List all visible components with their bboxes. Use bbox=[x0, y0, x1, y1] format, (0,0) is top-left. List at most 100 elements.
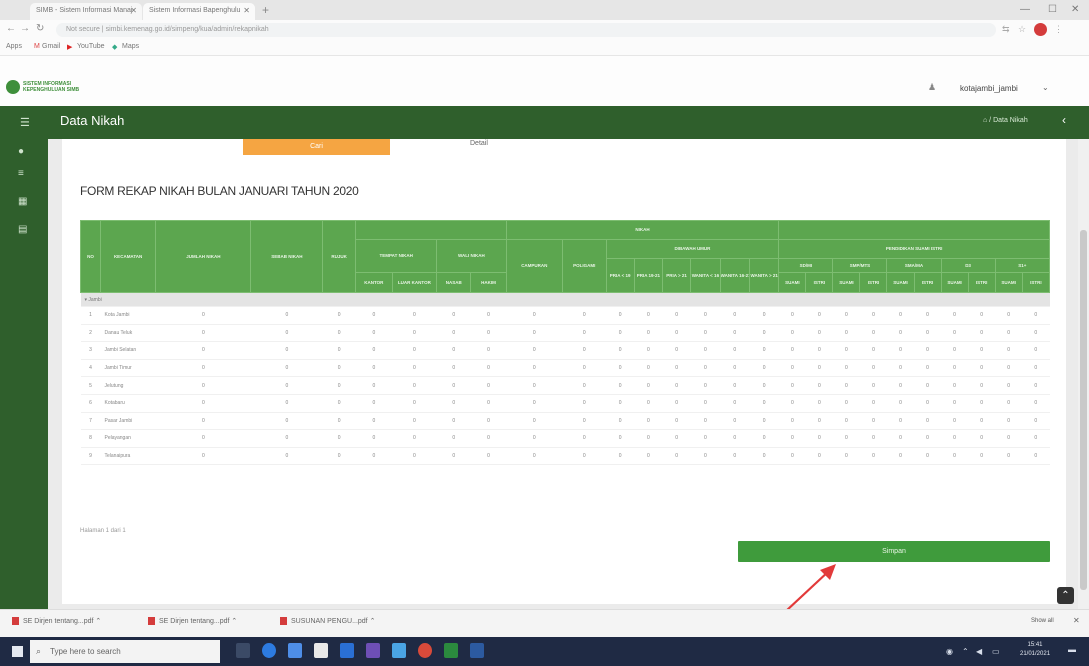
table-cell: 0 bbox=[914, 324, 942, 343]
task-view-icon[interactable] bbox=[236, 643, 250, 658]
reload-icon[interactable]: ↻ bbox=[36, 23, 44, 34]
download-item[interactable]: SE Dirjen tentang...pdf ⌃ bbox=[148, 617, 237, 626]
word-icon[interactable] bbox=[470, 643, 484, 658]
col-header: ISTRI bbox=[967, 272, 996, 293]
table-cell: 0 bbox=[506, 447, 563, 466]
table-cell: 0 bbox=[859, 306, 887, 325]
bookmark-apps[interactable]: Apps bbox=[6, 43, 22, 50]
tab-cari[interactable]: Cari bbox=[243, 139, 390, 155]
table-cell: 0 bbox=[690, 429, 721, 448]
table-cell: 0 bbox=[436, 394, 471, 413]
hamburger-menu-icon[interactable]: ☰ bbox=[20, 116, 30, 129]
edge-icon[interactable] bbox=[262, 643, 276, 658]
maximize-icon[interactable]: ☐ bbox=[1048, 4, 1057, 15]
tab-label: SIMB - Sistem Informasi Manaj bbox=[36, 7, 133, 14]
breadcrumb[interactable]: ⌂ / Data Nikah bbox=[983, 117, 1028, 124]
download-item[interactable]: SE Dirjen tentang...pdf ⌃ bbox=[12, 617, 101, 626]
username-label[interactable]: kotajambi_jambi bbox=[960, 84, 1018, 93]
star-icon[interactable]: ☆ bbox=[1018, 24, 1026, 35]
table-cell: 0 bbox=[832, 324, 860, 343]
table-cell: 0 bbox=[1022, 429, 1050, 448]
calendar-icon[interactable]: ▦ bbox=[18, 196, 27, 207]
col-header: KECAMATAN bbox=[99, 220, 157, 293]
forward-icon[interactable]: → bbox=[20, 23, 30, 34]
download-item[interactable]: SUSUNAN PENGU...pdf ⌃ bbox=[280, 617, 375, 626]
table-cell: 0 bbox=[506, 376, 563, 395]
volume-icon[interactable]: ◀ bbox=[976, 647, 982, 656]
table-cell: 0 bbox=[968, 341, 996, 360]
table-cell: 0 bbox=[436, 447, 471, 466]
dashboard-icon[interactable]: ● bbox=[18, 146, 24, 157]
table-cell: 0 bbox=[914, 376, 942, 395]
page-header-bar bbox=[0, 106, 1089, 139]
table-cell: 0 bbox=[606, 306, 635, 325]
table-cell: 0 bbox=[749, 324, 779, 343]
table-cell: 0 bbox=[778, 447, 806, 466]
save-button[interactable]: Simpan bbox=[738, 541, 1050, 562]
table-cell: 0 bbox=[470, 341, 507, 360]
app-icon[interactable] bbox=[392, 643, 406, 658]
table-cell: 0 bbox=[749, 412, 779, 431]
table-cell: 0 bbox=[720, 359, 750, 378]
bookmark-gmail[interactable]: Gmail bbox=[42, 43, 60, 50]
file-explorer-icon[interactable] bbox=[288, 643, 302, 658]
table-cell: 0 bbox=[778, 324, 806, 343]
table-icon[interactable]: ▤ bbox=[18, 224, 27, 235]
new-tab-icon[interactable]: + bbox=[262, 3, 269, 17]
close-icon[interactable]: ✕ bbox=[130, 6, 137, 15]
window-close-icon[interactable]: ✕ bbox=[1071, 4, 1079, 15]
show-all-downloads[interactable]: Show all bbox=[1031, 618, 1054, 624]
translate-icon[interactable]: ⇆ bbox=[1002, 24, 1010, 35]
table-cell: 0 bbox=[322, 447, 356, 466]
close-icon[interactable]: ✕ bbox=[1073, 616, 1080, 625]
scrollbar-thumb[interactable] bbox=[1080, 230, 1087, 590]
mail-icon[interactable] bbox=[340, 643, 354, 658]
table-cell: 0 bbox=[886, 447, 915, 466]
table-cell: 0 bbox=[995, 359, 1023, 378]
teams-icon[interactable] bbox=[366, 643, 380, 658]
table-cell: 0 bbox=[634, 324, 663, 343]
tray-chevron-icon[interactable]: ⌃ bbox=[962, 647, 969, 656]
taskbar-clock[interactable]: 15:41 21/01/2021 bbox=[1020, 641, 1050, 659]
tab-detail[interactable]: Detail bbox=[470, 140, 488, 147]
close-icon[interactable]: ✕ bbox=[243, 6, 250, 15]
menu-dots-icon[interactable]: ⋮ bbox=[1054, 24, 1063, 35]
url-field[interactable]: Not secure | simbi.kemenag.go.id/simpeng… bbox=[56, 23, 996, 37]
bookmark-maps[interactable]: Maps bbox=[122, 43, 139, 50]
chrome-icon[interactable] bbox=[418, 643, 432, 658]
browser-tab-2[interactable]: Sistem Informasi Bapenghulu ✕ bbox=[143, 3, 255, 20]
taskbar-search[interactable]: ⌕ Type here to search bbox=[30, 640, 220, 663]
bookmark-youtube[interactable]: YouTube bbox=[77, 43, 105, 50]
tab-label: Sistem Informasi Bapenghulu bbox=[149, 7, 241, 14]
excel-icon[interactable] bbox=[444, 643, 458, 658]
row-number: 4 bbox=[80, 359, 101, 378]
table-cell: 0 bbox=[392, 376, 437, 395]
table-cell: 0 bbox=[606, 324, 635, 343]
network-icon[interactable]: ◉ bbox=[946, 647, 953, 656]
table-cell: 0 bbox=[968, 394, 996, 413]
table-cell: 0 bbox=[995, 341, 1023, 360]
row-number: 5 bbox=[80, 376, 101, 395]
list-icon[interactable]: ≡ bbox=[18, 168, 24, 179]
kecamatan-name: Jelutung bbox=[100, 376, 156, 395]
table-cell: 0 bbox=[859, 324, 887, 343]
browser-tab-1[interactable]: SIMB - Sistem Informasi Manaj ✕ bbox=[30, 3, 142, 20]
battery-icon[interactable]: ▭ bbox=[992, 647, 1000, 656]
profile-avatar[interactable] bbox=[1034, 23, 1047, 36]
table-cell: 0 bbox=[968, 359, 996, 378]
table-cell: 0 bbox=[778, 412, 806, 431]
notifications-icon[interactable]: ▬ bbox=[1068, 645, 1076, 654]
scroll-top-button[interactable]: ⌃ bbox=[1057, 587, 1074, 604]
table-cell: 0 bbox=[859, 376, 887, 395]
table-row: 2 Danau Teluk 0 0 0 0 0 0 0 0 0 0 0 0 0 0 0 0 0 0 0 0 0 0 0 0 0 bbox=[80, 324, 1050, 343]
table-cell: 0 bbox=[322, 341, 356, 360]
collapse-arrow-icon[interactable]: ‹ bbox=[1062, 113, 1066, 127]
store-icon[interactable] bbox=[314, 643, 328, 658]
table-cell: 0 bbox=[634, 341, 663, 360]
chevron-down-icon[interactable]: ⌄ bbox=[1042, 83, 1049, 92]
minimize-icon[interactable]: — bbox=[1020, 4, 1030, 15]
back-icon[interactable]: ← bbox=[6, 23, 16, 34]
table-cell: 0 bbox=[749, 306, 779, 325]
windows-start-icon[interactable] bbox=[12, 646, 23, 657]
table-cell: 0 bbox=[778, 306, 806, 325]
